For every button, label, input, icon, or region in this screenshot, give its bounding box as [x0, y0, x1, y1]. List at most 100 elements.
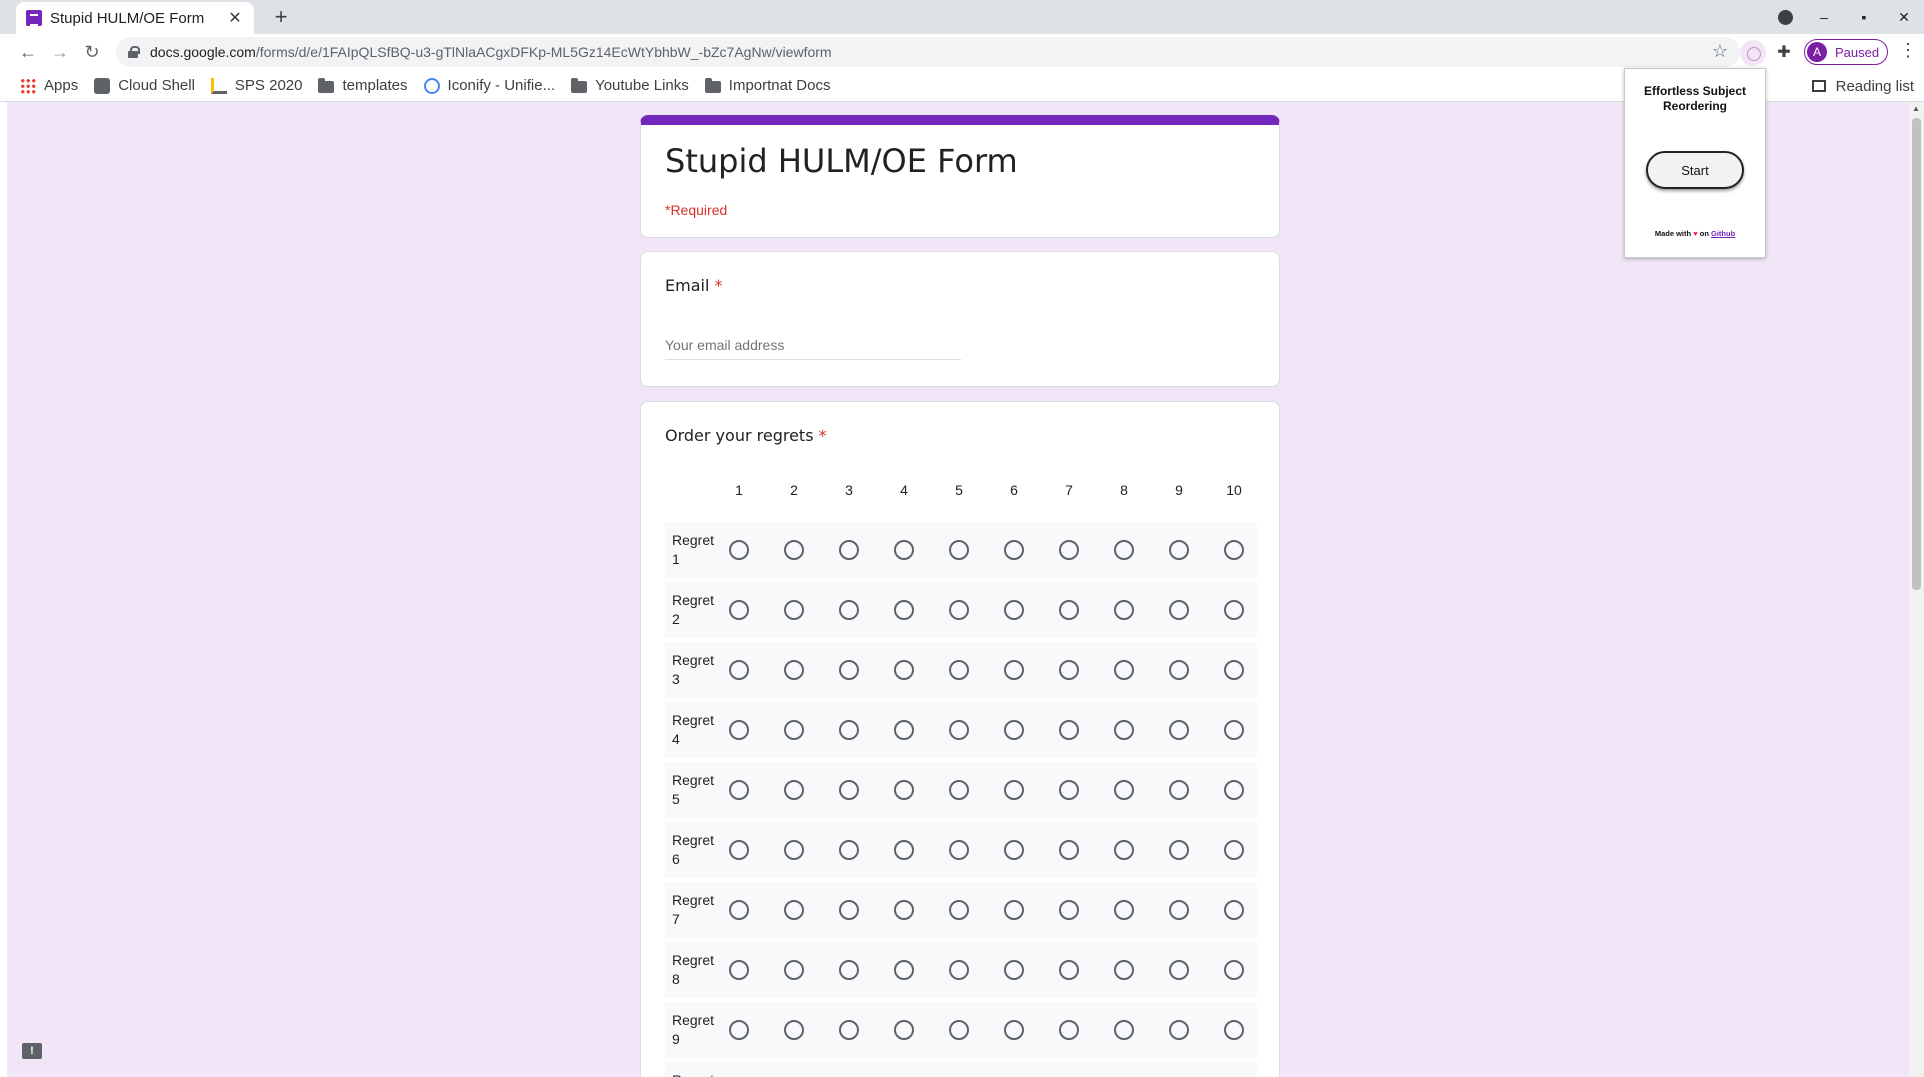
- radio-button[interactable]: [1224, 540, 1244, 560]
- radio-button[interactable]: [1059, 720, 1079, 740]
- radio-button[interactable]: [894, 600, 914, 620]
- radio-button[interactable]: [894, 1020, 914, 1040]
- radio-button[interactable]: [1224, 840, 1244, 860]
- radio-button[interactable]: [784, 540, 804, 560]
- scroll-up-arrow-icon[interactable]: ▲: [1912, 104, 1920, 113]
- radio-button[interactable]: [729, 900, 749, 920]
- radio-button[interactable]: [1004, 1020, 1024, 1040]
- radio-button[interactable]: [839, 660, 859, 680]
- radio-button[interactable]: [1004, 960, 1024, 980]
- radio-button[interactable]: [1059, 900, 1079, 920]
- page-scrollbar[interactable]: ▲: [1909, 102, 1924, 1077]
- radio-button[interactable]: [839, 840, 859, 860]
- radio-button[interactable]: [784, 660, 804, 680]
- radio-button[interactable]: [839, 900, 859, 920]
- radio-button[interactable]: [1169, 720, 1189, 740]
- radio-button[interactable]: [784, 780, 804, 800]
- bookmark-youtube-links[interactable]: Youtube Links: [571, 77, 689, 94]
- profile-button[interactable]: A Paused: [1804, 39, 1888, 65]
- radio-button[interactable]: [1004, 540, 1024, 560]
- radio-button[interactable]: [1224, 960, 1244, 980]
- radio-button[interactable]: [729, 960, 749, 980]
- radio-button[interactable]: [1224, 900, 1244, 920]
- bookmark-sps-2020[interactable]: SPS 2020: [210, 77, 302, 94]
- github-link[interactable]: Github: [1711, 229, 1735, 238]
- radio-button[interactable]: [949, 960, 969, 980]
- radio-button[interactable]: [784, 840, 804, 860]
- browser-menu-icon[interactable]: ⋮: [1898, 40, 1918, 61]
- radio-button[interactable]: [729, 540, 749, 560]
- radio-button[interactable]: [839, 780, 859, 800]
- radio-button[interactable]: [1224, 720, 1244, 740]
- report-feedback-icon[interactable]: !: [22, 1043, 42, 1059]
- reload-icon[interactable]: ↻: [80, 40, 104, 64]
- back-icon[interactable]: ←: [16, 40, 40, 64]
- radio-button[interactable]: [839, 600, 859, 620]
- radio-button[interactable]: [1224, 1020, 1244, 1040]
- radio-button[interactable]: [1224, 780, 1244, 800]
- bookmark-cloud-shell[interactable]: Cloud Shell: [94, 77, 195, 94]
- radio-button[interactable]: [1169, 960, 1189, 980]
- radio-button[interactable]: [1059, 780, 1079, 800]
- bookmark-iconify[interactable]: Iconify - Unifie...: [423, 77, 555, 94]
- radio-button[interactable]: [784, 960, 804, 980]
- radio-button[interactable]: [1114, 840, 1134, 860]
- radio-button[interactable]: [1114, 780, 1134, 800]
- radio-button[interactable]: [949, 900, 969, 920]
- radio-button[interactable]: [729, 780, 749, 800]
- radio-button[interactable]: [1114, 1020, 1134, 1040]
- radio-button[interactable]: [1169, 780, 1189, 800]
- radio-button[interactable]: [1169, 660, 1189, 680]
- radio-button[interactable]: [1114, 720, 1134, 740]
- address-bar[interactable]: docs.google.com /forms/d/e/1FAIpQLSfBQ-u…: [116, 37, 1740, 67]
- new-tab-button[interactable]: +: [268, 4, 294, 30]
- radio-button[interactable]: [729, 840, 749, 860]
- radio-button[interactable]: [1224, 600, 1244, 620]
- radio-button[interactable]: [1059, 600, 1079, 620]
- radio-button[interactable]: [1004, 600, 1024, 620]
- radio-button[interactable]: [1114, 600, 1134, 620]
- radio-button[interactable]: [729, 1020, 749, 1040]
- radio-button[interactable]: [1059, 660, 1079, 680]
- radio-button[interactable]: [894, 720, 914, 740]
- radio-button[interactable]: [894, 540, 914, 560]
- lock-icon[interactable]: [128, 46, 140, 58]
- bookmark-templates[interactable]: templates: [318, 77, 408, 94]
- minimize-icon[interactable]: –: [1804, 9, 1844, 25]
- radio-button[interactable]: [894, 900, 914, 920]
- radio-button[interactable]: [1224, 660, 1244, 680]
- radio-button[interactable]: [1004, 840, 1024, 860]
- radio-button[interactable]: [949, 540, 969, 560]
- radio-button[interactable]: [1004, 660, 1024, 680]
- start-button[interactable]: Start: [1646, 151, 1744, 189]
- radio-button[interactable]: [1059, 960, 1079, 980]
- radio-button[interactable]: [784, 1020, 804, 1040]
- radio-button[interactable]: [1004, 720, 1024, 740]
- radio-button[interactable]: [784, 900, 804, 920]
- radio-button[interactable]: [1114, 660, 1134, 680]
- radio-button[interactable]: [949, 780, 969, 800]
- radio-button[interactable]: [1169, 540, 1189, 560]
- close-window-icon[interactable]: ✕: [1884, 9, 1924, 26]
- radio-button[interactable]: [894, 780, 914, 800]
- extension-reorder-icon[interactable]: [1740, 40, 1766, 66]
- radio-button[interactable]: [1004, 780, 1024, 800]
- bookmark-importnat-docs[interactable]: Importnat Docs: [704, 77, 831, 94]
- radio-button[interactable]: [839, 720, 859, 740]
- reading-list-button[interactable]: Reading list: [1811, 70, 1914, 102]
- radio-button[interactable]: [949, 840, 969, 860]
- email-field[interactable]: [665, 330, 961, 360]
- bookmark-star-icon[interactable]: ☆: [1712, 41, 1728, 62]
- radio-button[interactable]: [894, 960, 914, 980]
- radio-button[interactable]: [1169, 840, 1189, 860]
- extensions-puzzle-icon[interactable]: ✚: [1774, 42, 1794, 62]
- radio-button[interactable]: [894, 660, 914, 680]
- radio-button[interactable]: [1169, 900, 1189, 920]
- close-tab-icon[interactable]: ✕: [226, 8, 244, 28]
- radio-button[interactable]: [784, 600, 804, 620]
- maximize-icon[interactable]: ▪: [1844, 9, 1884, 25]
- radio-button[interactable]: [949, 1020, 969, 1040]
- radio-button[interactable]: [1004, 900, 1024, 920]
- radio-button[interactable]: [729, 600, 749, 620]
- forward-icon[interactable]: →: [48, 40, 72, 64]
